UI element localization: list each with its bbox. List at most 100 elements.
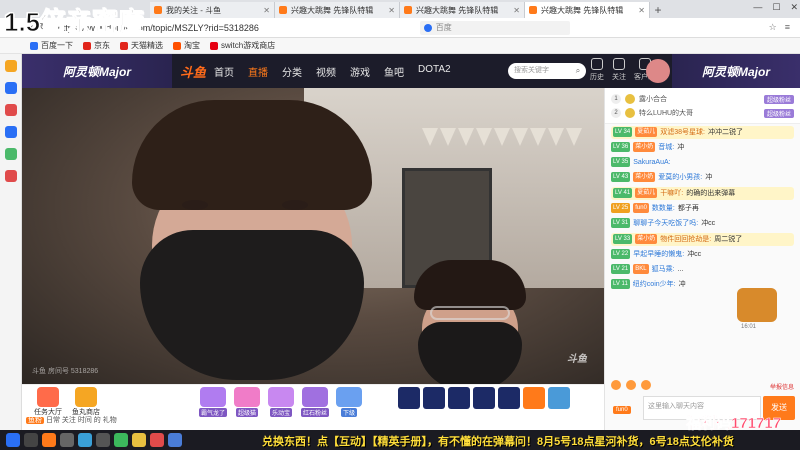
nav-item-home[interactable]: 首页 xyxy=(214,64,234,79)
bookmark-item[interactable]: 百度一下 xyxy=(30,40,73,51)
emoji-icon[interactable] xyxy=(611,380,621,390)
fan-badge[interactable]: BKL xyxy=(633,264,649,274)
close-tab-icon[interactable]: ✕ xyxy=(513,6,520,15)
search-input[interactable]: 搜索关键字 xyxy=(508,63,570,79)
favorites-icon[interactable] xyxy=(4,60,17,72)
close-tab-icon[interactable]: ✕ xyxy=(638,6,645,15)
gift-icon[interactable] xyxy=(473,387,495,409)
gift-icon[interactable] xyxy=(498,387,520,409)
minimize-icon[interactable]: — xyxy=(753,2,762,13)
fishball-shop-button[interactable]: 鱼丸商店 xyxy=(72,387,100,417)
fan-badge[interactable]: fun0 xyxy=(633,203,649,213)
close-window-icon[interactable]: ✕ xyxy=(790,2,798,13)
chat-username[interactable]: 干嘛吖: xyxy=(660,188,683,199)
tools-icon[interactable] xyxy=(4,126,17,138)
taskbar-app-icon[interactable] xyxy=(132,433,146,447)
browser-icon[interactable] xyxy=(150,433,164,447)
gift-icon[interactable] xyxy=(398,387,420,409)
nav-item-live[interactable]: 直播 xyxy=(248,64,268,79)
nav-item-video[interactable]: 视频 xyxy=(316,64,336,79)
task-hall-button[interactable]: 任务大厅 xyxy=(34,387,62,417)
event-banner-right[interactable]: 阿灵顿Major xyxy=(672,54,800,88)
douyu-logo[interactable]: 斗鱼 xyxy=(180,62,206,81)
close-tab-icon[interactable]: ✕ xyxy=(388,6,395,15)
taskbar-app-icon[interactable] xyxy=(96,433,110,447)
taskbar-app-icon[interactable] xyxy=(60,433,74,447)
nav-item-category[interactable]: 分类 xyxy=(282,64,302,79)
chat-username[interactable]: 物件回回抢劫是: xyxy=(660,234,711,245)
baidu-icon xyxy=(30,41,38,50)
chat-username[interactable]: 早起早睡的懒鬼: xyxy=(633,249,684,260)
gift-icon[interactable] xyxy=(523,387,545,409)
maximize-icon[interactable]: ☐ xyxy=(772,2,780,13)
fan-badge[interactable]: 夏茹儿 xyxy=(635,127,658,137)
event-banner-left[interactable]: 阿灵顿Major xyxy=(22,54,172,88)
start-icon[interactable] xyxy=(6,433,20,447)
nav-item-games[interactable]: 游戏 xyxy=(350,64,370,79)
level-badge: LV 34 xyxy=(613,127,633,137)
gift-icon[interactable] xyxy=(423,387,445,409)
taskbar-app-icon[interactable] xyxy=(24,433,38,447)
apps-icon[interactable] xyxy=(4,148,17,160)
fan-badge[interactable]: 菜小奶 xyxy=(633,172,656,182)
video-player[interactable]: 斗鱼 房间号 5318286 斗鱼 xyxy=(22,88,604,384)
new-tab-button[interactable]: + xyxy=(650,2,666,18)
danmu-style-icon[interactable] xyxy=(641,380,651,390)
close-tab-icon[interactable]: ✕ xyxy=(263,6,270,15)
treasure-chest-icon[interactable] xyxy=(737,288,777,322)
fan-badge[interactable]: 菜小奶 xyxy=(633,142,656,152)
search-engine-box[interactable]: 百度 xyxy=(419,20,570,35)
user-avatar[interactable] xyxy=(646,59,670,83)
chat-username[interactable]: 音城: xyxy=(658,142,674,153)
chat-username[interactable]: 纽约coin少年: xyxy=(633,279,676,290)
chat-text: 的确的出来弹幕 xyxy=(686,190,736,197)
gift-icon[interactable] xyxy=(448,387,470,409)
history-icon[interactable] xyxy=(4,82,17,94)
chat-username[interactable]: 数数量: xyxy=(652,203,675,214)
contribution-rank: 1 露小合合 超级粉丝 2 特么LUHU的大哥 超级粉丝 xyxy=(605,88,800,124)
overlay-code: 福利码171717 xyxy=(686,415,782,433)
hair xyxy=(132,100,372,210)
browser-tab[interactable]: 兴趣大跳舞 先锋队特辑 ✕ xyxy=(400,2,525,18)
taskbar-app-icon[interactable] xyxy=(78,433,92,447)
bookmark-item[interactable]: 淘宝 xyxy=(173,40,200,51)
browser-tab-active[interactable]: 兴趣大跳舞 先锋队特辑 ✕ xyxy=(525,2,650,18)
chat-username[interactable]: SakuraAuA: xyxy=(633,157,670,168)
taskbar-app-icon[interactable] xyxy=(42,433,56,447)
fan-badge[interactable]: 菜小奶 xyxy=(635,234,658,244)
mail-icon[interactable] xyxy=(4,104,17,116)
gift-item[interactable]: 红石粉丝 xyxy=(300,387,330,417)
gift-item[interactable]: 下级 xyxy=(334,387,364,417)
taskbar-app-icon[interactable] xyxy=(168,433,182,447)
gift-item[interactable]: 霸气龙了 xyxy=(198,387,228,417)
wechat-icon[interactable] xyxy=(114,433,128,447)
gift-item[interactable]: 超级猫 xyxy=(232,387,262,417)
fan-badge-icon[interactable] xyxy=(626,380,636,390)
gift-icon[interactable] xyxy=(548,387,570,409)
menu-icon[interactable]: ≡ xyxy=(785,22,790,33)
chat-username[interactable]: 爱莫的小男孩: xyxy=(658,172,702,183)
search-button[interactable]: ⌕ xyxy=(570,63,586,79)
nav-item-dota2[interactable]: DOTA2 xyxy=(418,64,451,79)
bookmark-item[interactable]: switch游戏商店 xyxy=(210,40,275,51)
browser-tab[interactable]: 兴趣大跳舞 先锋队特辑 ✕ xyxy=(275,2,400,18)
follow-button[interactable]: 关注 xyxy=(612,58,626,82)
browser-tab[interactable]: 我的关注 - 斗鱼 ✕ xyxy=(150,2,275,18)
nav-item-yuba[interactable]: 鱼吧 xyxy=(384,64,404,79)
bookmark-item[interactable]: 天猫精选 xyxy=(120,40,163,51)
fan-badge[interactable]: 夏茹儿 xyxy=(635,188,658,198)
bookmark-label: 天猫精选 xyxy=(131,41,163,50)
avatar xyxy=(625,108,635,118)
gift-item[interactable]: 乐动宝 xyxy=(266,387,296,417)
chat-username[interactable]: 狐马乘: xyxy=(652,264,675,275)
weibo-icon[interactable] xyxy=(4,170,17,182)
chat-username[interactable]: 聊聊子今天吃饭了吗: xyxy=(633,218,698,229)
rank-row[interactable]: 2 特么LUHU的大哥 超级粉丝 xyxy=(611,106,794,120)
bookmark-item[interactable]: 京东 xyxy=(83,40,110,51)
fans-badge[interactable]: fun0 xyxy=(613,406,631,414)
star-icon[interactable]: ☆ xyxy=(769,22,777,33)
rank-row[interactable]: 1 露小合合 超级粉丝 xyxy=(611,92,794,106)
chat-username[interactable]: 双滤38号星球: xyxy=(660,127,705,138)
report-link[interactable]: 举报信息 xyxy=(770,382,794,391)
history-button[interactable]: 历史 xyxy=(590,58,604,82)
